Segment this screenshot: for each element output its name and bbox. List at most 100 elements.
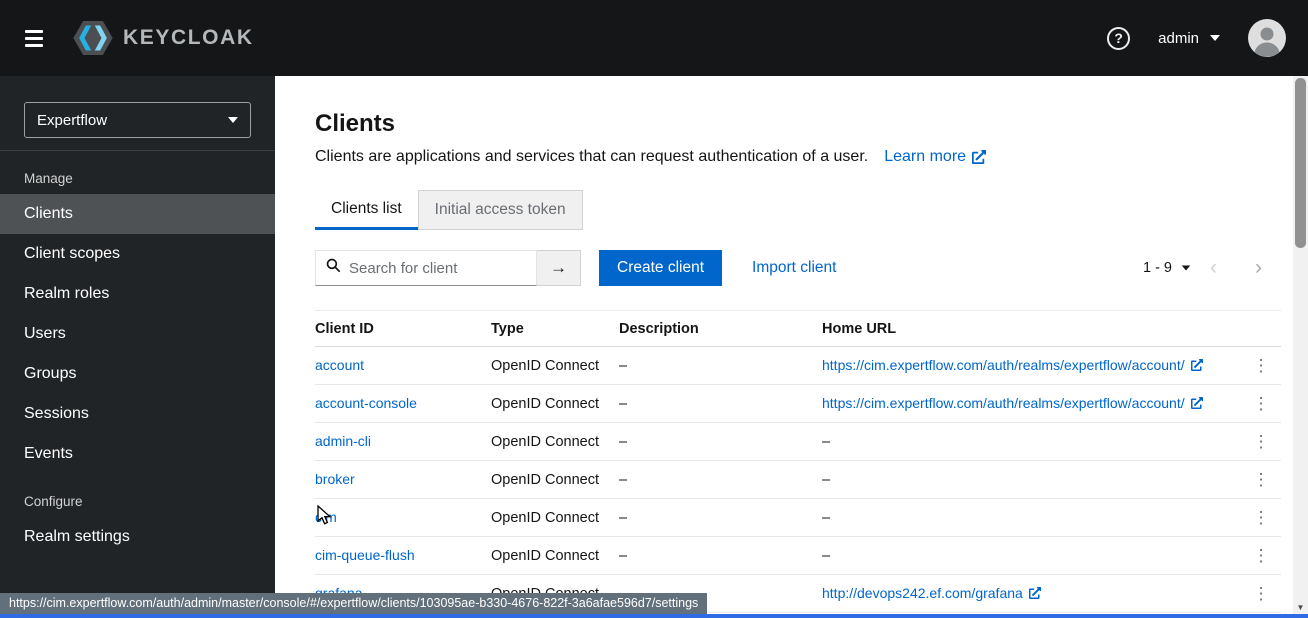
home-url-link[interactable]: https://cim.expertflow.com/auth/realms/e… (822, 357, 1203, 373)
row-actions-kebab-button[interactable]: ⋮ (1245, 429, 1278, 454)
client-id-link[interactable]: broker (315, 471, 355, 487)
clients-table: Client ID Type Description Home URL account… (315, 310, 1281, 613)
browser-status-bar: https://cim.expertflow.com/auth/admin/ma… (0, 593, 708, 614)
chevron-down-icon (1210, 35, 1220, 41)
client-id-link[interactable]: account (315, 357, 364, 373)
client-id-link[interactable]: account-console (315, 395, 417, 411)
column-header-description: Description (619, 320, 699, 337)
search-icon (326, 258, 341, 278)
sidebar-nav: Manage Clients Client scopes Realm roles Use… (0, 151, 275, 557)
help-icon[interactable]: ? (1107, 26, 1131, 50)
create-client-button[interactable]: Create client (599, 250, 723, 286)
external-link-icon (1190, 397, 1203, 409)
client-description: – (619, 547, 628, 564)
row-actions-kebab-button[interactable]: ⋮ (1245, 467, 1278, 492)
client-description: – (619, 395, 628, 412)
row-actions-kebab-button[interactable]: ⋮ (1245, 391, 1278, 416)
external-link-icon (972, 150, 987, 164)
nav-group-label-configure: Configure (24, 494, 83, 509)
table-row-admin-cli: admin-cli OpenID Connect – – ⋮ (315, 423, 1281, 461)
toolbar: → Create client Import client 1 - 9 ‹ › (315, 250, 1281, 286)
search-input[interactable] (349, 259, 526, 277)
vertical-scrollbar[interactable]: ▼ (1293, 76, 1308, 618)
chevron-down-icon (1181, 265, 1191, 271)
home-url-link[interactable]: https://cim.expertflow.com/auth/realms/e… (822, 395, 1203, 411)
tabs: Clients list Initial access token (315, 190, 1281, 230)
import-client-link[interactable]: Import client (752, 259, 836, 277)
sidebar-item-client-scopes[interactable]: Client scopes (0, 234, 275, 274)
scrollbar-down-arrow-icon[interactable]: ▼ (1293, 603, 1308, 612)
realm-selector-dropdown[interactable]: Expertflow (24, 102, 251, 138)
table-row-account: account OpenID Connect – https://cim.expert… (315, 347, 1281, 385)
row-actions-kebab-button[interactable]: ⋮ (1245, 505, 1278, 530)
sidebar-item-realm-roles[interactable]: Realm roles (0, 274, 275, 314)
page-subtitle: Clients are applications and services th… (315, 148, 869, 165)
sidebar-item-clients[interactable]: Clients (0, 194, 275, 234)
table-row-cim: cim OpenID Connect – – ⋮ (315, 499, 1281, 537)
brand-text: KEYCLOAK (123, 26, 254, 49)
search-box (315, 250, 537, 286)
sidebar-item-users[interactable]: Users (0, 314, 275, 354)
client-type: OpenID Connect (491, 547, 600, 564)
sidebar-item-events[interactable]: Events (0, 434, 275, 474)
pagination-range-dropdown[interactable]: 1 - 9 (1143, 260, 1191, 276)
search-group: → (315, 250, 581, 286)
realm-selector-label: Expertflow (37, 111, 108, 129)
home-url-empty: – (822, 547, 831, 564)
row-actions-kebab-button[interactable]: ⋮ (1245, 543, 1278, 568)
tab-initial-access-token[interactable]: Initial access token (417, 190, 583, 230)
chevron-left-icon: ‹ (1210, 256, 1217, 279)
client-id-link[interactable]: cim (315, 509, 337, 525)
table-row-account-console: account-console OpenID Connect – https://ci… (315, 385, 1281, 423)
window-bottom-edge (0, 614, 1308, 618)
home-url-empty: – (822, 471, 831, 488)
home-url-empty: – (822, 433, 831, 450)
row-actions-kebab-button[interactable]: ⋮ (1245, 353, 1278, 378)
client-type: OpenID Connect (491, 357, 600, 374)
app-header: KEYCLOAK ? admin (0, 0, 1308, 76)
client-type: OpenID Connect (491, 395, 600, 412)
avatar-icon (1248, 19, 1286, 57)
learn-more-label: Learn more (884, 148, 967, 165)
keycloak-logo-icon (73, 21, 113, 55)
table-row-cim-queue-flush: cim-queue-flush OpenID Connect – – ⋮ (315, 537, 1281, 575)
question-glyph: ? (1114, 30, 1123, 46)
pagination-prev-button[interactable]: ‹ (1191, 256, 1236, 280)
client-type: OpenID Connect (491, 433, 600, 450)
column-header-home-url: Home URL (822, 320, 897, 337)
table-header-row: Client ID Type Description Home URL (315, 311, 1281, 347)
home-url-link[interactable]: http://devops242.ef.com/grafana (822, 585, 1041, 601)
nav-toggle-button[interactable] (12, 16, 56, 60)
pagination: 1 - 9 ‹ › (1143, 256, 1281, 280)
pagination-next-button[interactable]: › (1236, 256, 1281, 280)
sidebar: Expertflow Manage Clients Client scopes Rea… (0, 76, 275, 618)
client-id-link[interactable]: cim-queue-flush (315, 547, 415, 563)
client-type: OpenID Connect (491, 509, 600, 526)
scrollbar-thumb[interactable] (1295, 78, 1306, 248)
sidebar-item-realm-settings[interactable]: Realm settings (0, 517, 275, 557)
column-header-type: Type (491, 320, 524, 337)
user-menu-label: admin (1158, 29, 1199, 47)
page-title: Clients (315, 110, 396, 137)
client-description: – (619, 509, 628, 526)
column-header-client-id: Client ID (315, 320, 374, 337)
table-row-broker: broker OpenID Connect – – ⋮ (315, 461, 1281, 499)
tab-clients-list[interactable]: Clients list (315, 190, 418, 230)
sidebar-item-groups[interactable]: Groups (0, 354, 275, 394)
search-submit-button[interactable]: → (537, 250, 581, 286)
avatar[interactable] (1248, 19, 1286, 57)
arrow-right-icon: → (550, 258, 567, 277)
row-actions-kebab-button[interactable]: ⋮ (1245, 581, 1278, 606)
keycloak-logo: KEYCLOAK (72, 21, 254, 55)
external-link-icon (1190, 359, 1203, 371)
learn-more-link[interactable]: Learn more (884, 148, 987, 166)
client-id-link[interactable]: admin-cli (315, 433, 371, 449)
user-menu-button[interactable]: admin (1158, 30, 1220, 47)
nav-group-label-manage: Manage (24, 171, 73, 186)
client-description: – (619, 471, 628, 488)
table-body: account OpenID Connect – https://cim.expert… (315, 347, 1281, 613)
chevron-right-icon: › (1255, 256, 1262, 279)
main-content: Clients Clients are applications and ser… (275, 76, 1293, 618)
sidebar-item-sessions[interactable]: Sessions (0, 394, 275, 434)
pagination-range-label: 1 - 9 (1142, 260, 1172, 276)
